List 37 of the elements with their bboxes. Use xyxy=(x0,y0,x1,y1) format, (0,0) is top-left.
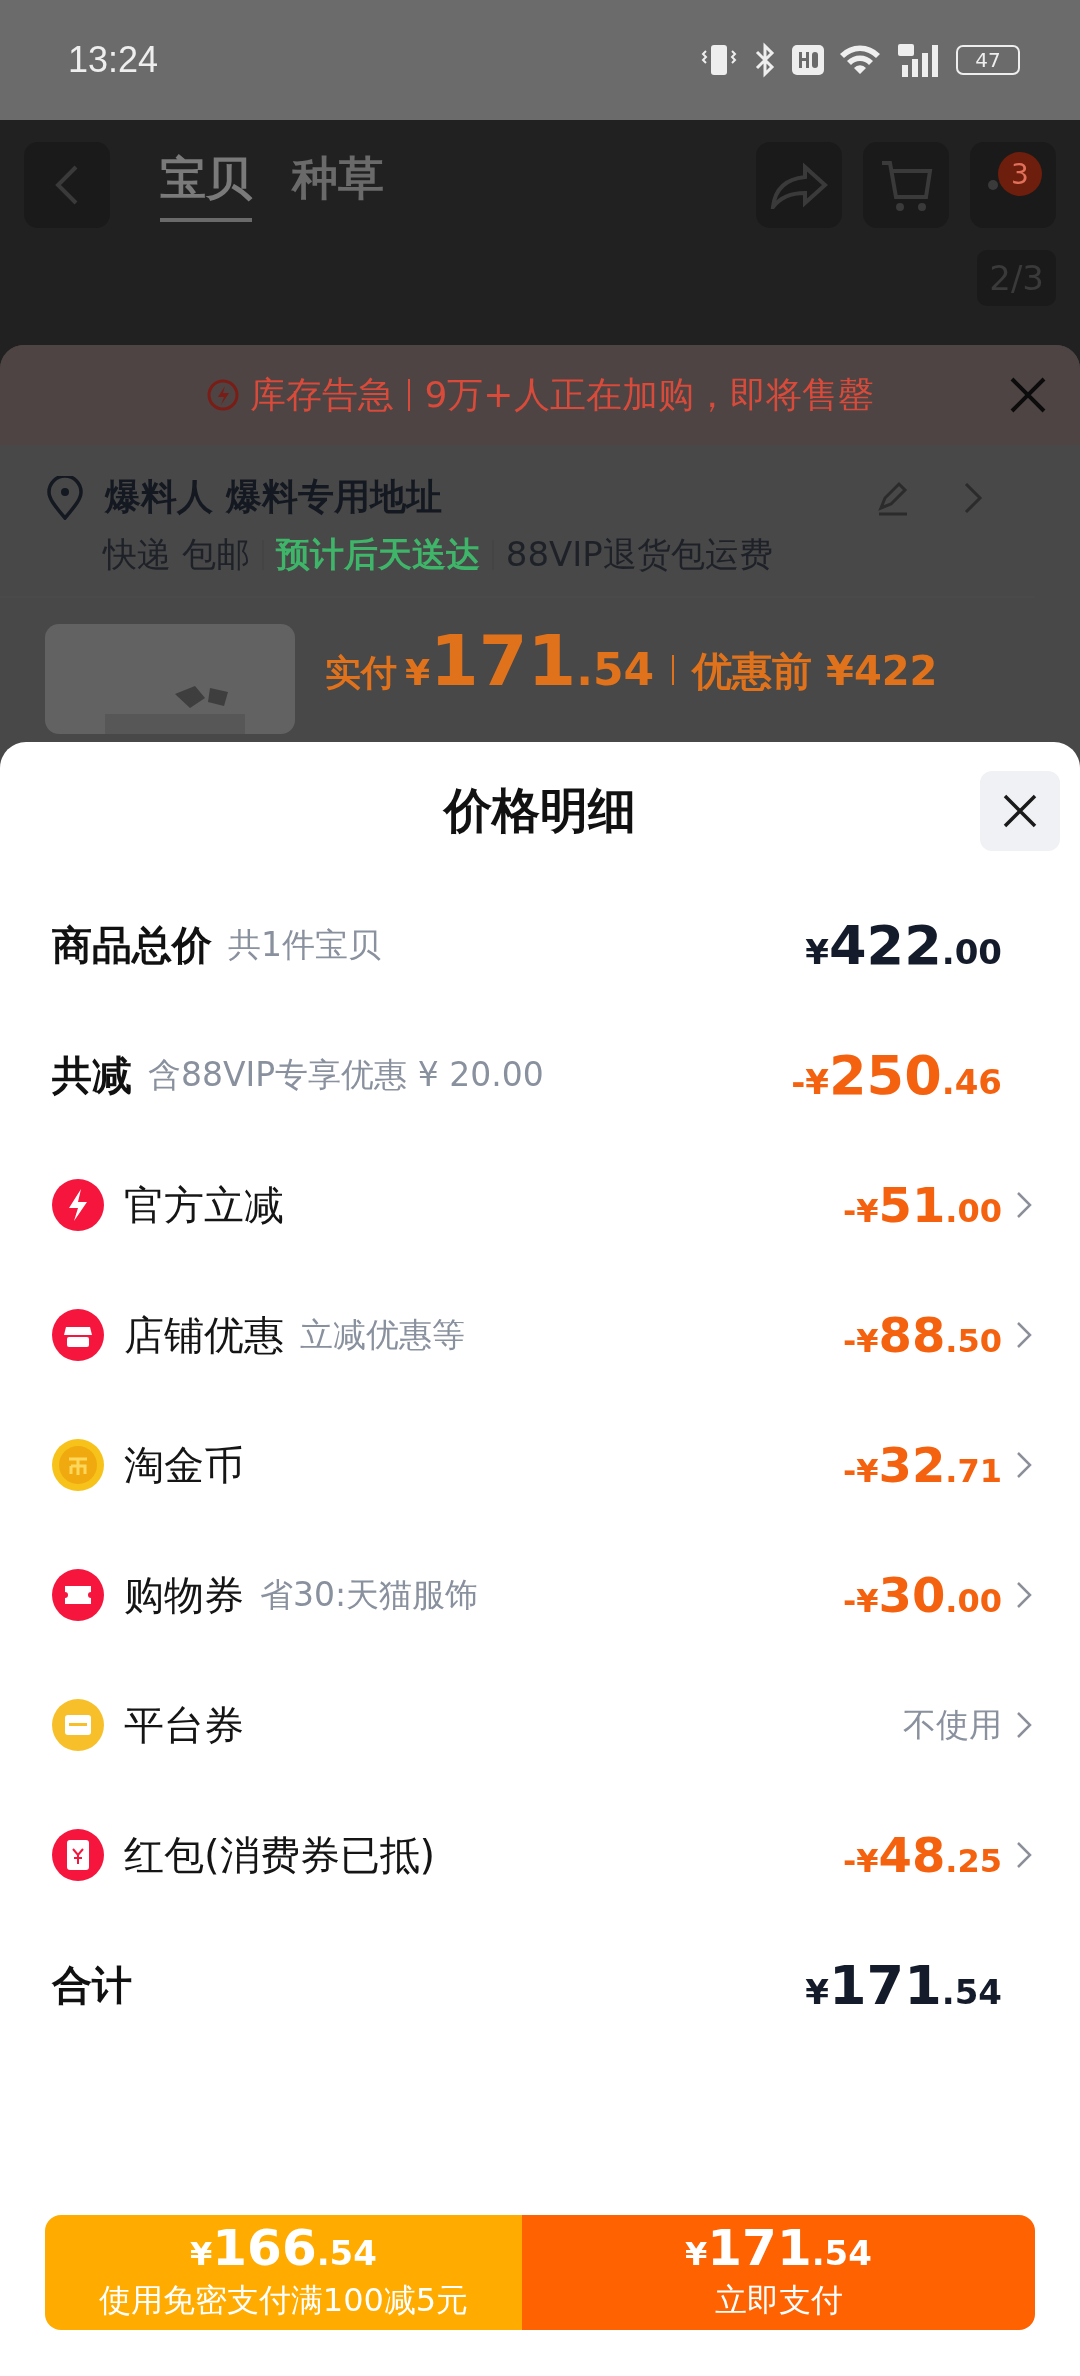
summary-note: 共1件宝贝 xyxy=(228,923,381,966)
more-button[interactable]: 3 xyxy=(970,142,1056,228)
item-label[interactable]: 淘金币 xyxy=(124,1437,244,1493)
item-label[interactable]: 官方立减 xyxy=(124,1177,284,1233)
tab[interactable]: 宝贝 xyxy=(160,148,252,222)
total-amount: ¥171.54 xyxy=(805,1953,1002,2017)
item-amount[interactable]: -¥51.00 xyxy=(842,1177,1002,1233)
alert-label: 库存告急 xyxy=(250,372,395,417)
alert-message: 9万+人正在加购，即将售罄 xyxy=(424,372,874,417)
tab[interactable]: 种草 xyxy=(292,148,384,222)
paid-label: 实付 xyxy=(325,651,397,695)
summary-amount: ¥422.00 xyxy=(805,913,1002,977)
delivery-info: 预计后天送达 xyxy=(275,533,480,576)
battery-level: 47 xyxy=(975,48,1001,72)
item-label[interactable]: 平台券 xyxy=(124,1697,244,1753)
total-label: 合计 xyxy=(52,1960,132,2010)
item-note: 省30:天猫服饰 xyxy=(260,1573,479,1616)
paid-amount: ¥171.54 xyxy=(405,620,655,702)
item-amount[interactable]: -¥32.71 xyxy=(842,1437,1002,1493)
item-label[interactable]: 购物券 xyxy=(124,1567,244,1623)
cart-badge: 3 xyxy=(998,152,1042,196)
pay-button[interactable]: ¥171.54 立即支付 xyxy=(522,2215,1035,2330)
item-amount[interactable]: -¥48.25 xyxy=(842,1827,1002,1883)
item-note: 立减优惠等 xyxy=(300,1313,465,1356)
status-time: 13:24 xyxy=(68,39,159,81)
item-amount[interactable]: 不使用 xyxy=(903,1702,1002,1748)
item-amount[interactable]: -¥30.00 xyxy=(842,1567,1002,1623)
summary-note: 含88VIP专享优惠 ¥ 20.00 xyxy=(148,1053,544,1096)
sheet-title: 价格明细 xyxy=(444,781,636,840)
original-price: 优惠前 ¥422 xyxy=(692,647,938,696)
item-label[interactable]: 店铺优惠 xyxy=(124,1307,284,1363)
summary-label: 共减 xyxy=(52,1050,132,1100)
summary-label: 商品总价 xyxy=(52,920,212,970)
summary-amount: -¥250.46 xyxy=(791,1043,1002,1107)
item-label[interactable]: 红包(消费券已抵) xyxy=(124,1827,436,1883)
item-amount[interactable]: -¥88.50 xyxy=(842,1307,1002,1363)
pay-button[interactable]: ¥166.54 使用免密支付满100减5元 xyxy=(45,2215,522,2330)
